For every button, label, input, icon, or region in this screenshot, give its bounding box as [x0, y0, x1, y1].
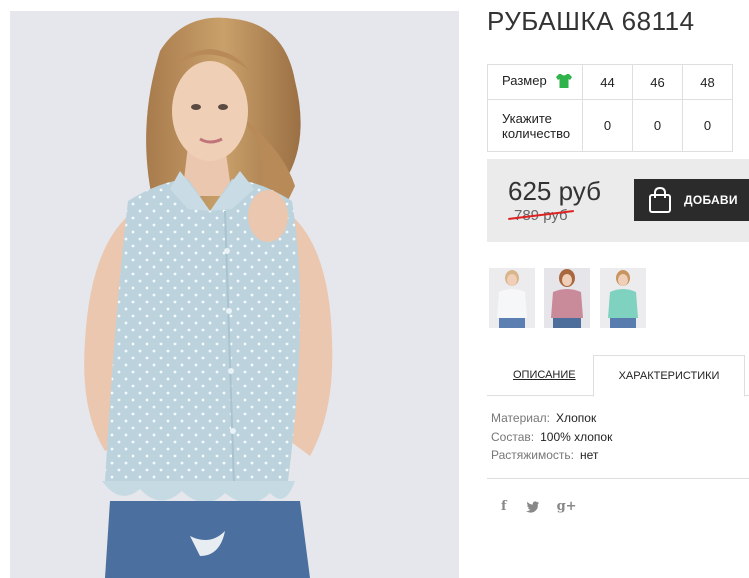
- characteristic-row: Состав: 100% хлопок: [491, 428, 612, 447]
- characteristics-list: Материал: Хлопок Состав: 100% хлопок Растя…: [491, 409, 612, 465]
- size-option[interactable]: 46: [632, 64, 683, 100]
- shopping-bag-icon: [648, 187, 672, 213]
- add-to-cart-button[interactable]: ДОБАВИ: [634, 179, 749, 221]
- characteristic-key: Растяжимость:: [491, 448, 575, 462]
- current-price: 625 руб: [508, 176, 601, 206]
- thumbnail-mint-blouse[interactable]: [600, 268, 646, 328]
- characteristic-row: Материал: Хлопок: [491, 409, 612, 428]
- old-price: 789 руб: [514, 207, 568, 224]
- characteristic-value: нет: [580, 448, 599, 462]
- characteristic-key: Состав:: [491, 429, 535, 444]
- size-option[interactable]: 48: [682, 64, 733, 100]
- twitter-icon[interactable]: [525, 500, 539, 513]
- quantity-input[interactable]: 0: [632, 99, 683, 152]
- product-main-photo[interactable]: [10, 11, 459, 578]
- thumbnail-pink-blouse[interactable]: [544, 268, 590, 328]
- divider: [487, 478, 749, 479]
- size-option[interactable]: 44: [582, 64, 633, 100]
- quantity-input[interactable]: 0: [582, 99, 633, 152]
- tab-characteristics[interactable]: ХАРАКТЕРИСТИКИ: [593, 355, 745, 397]
- quantity-label: Укажите количество: [487, 99, 583, 152]
- size-label-cell: Размер: [487, 64, 583, 100]
- characteristic-row: Растяжимость: нет: [491, 446, 612, 465]
- facebook-icon[interactable]: f: [501, 499, 507, 514]
- quantity-input[interactable]: 0: [682, 99, 733, 152]
- size-table: Размер 44 46 48 Укажите количество 0 0 0: [487, 64, 733, 152]
- product-tabs: ОПИСАНИЕ ХАРАКТЕРИСТИКИ: [487, 355, 749, 397]
- tab-description[interactable]: ОПИСАНИЕ: [513, 355, 576, 395]
- googleplus-icon[interactable]: g+: [557, 499, 577, 514]
- price-panel: 625 руб 789 руб ДОБАВИ: [487, 159, 749, 242]
- thumbnail-white-blouse[interactable]: [489, 268, 535, 328]
- size-label: Размер: [502, 73, 547, 89]
- product-title: РУБАШКА 68114: [487, 6, 695, 36]
- add-to-cart-label: ДОБАВИ: [684, 193, 738, 207]
- social-share: f g+: [501, 499, 595, 514]
- green-tshirt-icon[interactable]: [556, 73, 573, 91]
- characteristic-value: 100% хлопок: [540, 429, 613, 444]
- characteristic-key: Материал:: [491, 411, 550, 425]
- characteristic-value: Хлопок: [555, 411, 597, 425]
